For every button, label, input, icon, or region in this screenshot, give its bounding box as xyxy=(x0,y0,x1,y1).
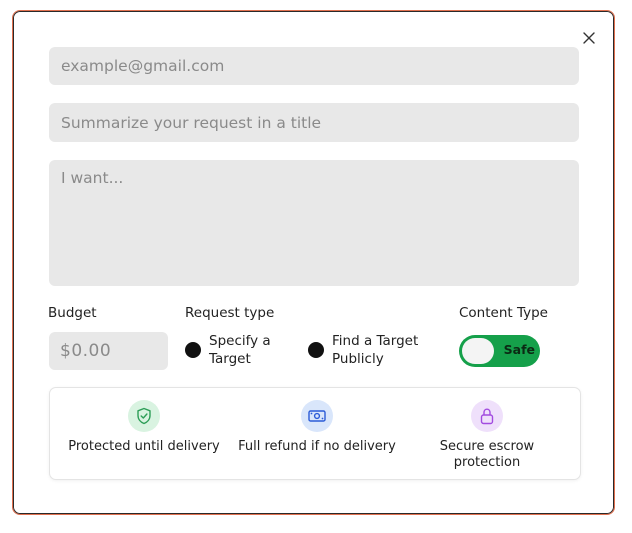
content-type-label: Content Type xyxy=(459,305,548,321)
radio-label: Find a Target Publicly xyxy=(332,333,419,367)
lock-icon xyxy=(471,400,503,432)
guarantee-item: Full refund if no delivery xyxy=(236,400,398,455)
shield-check-icon xyxy=(128,400,160,432)
guarantee-item: Secure escrow protection xyxy=(422,400,552,471)
toggle-knob xyxy=(462,338,494,364)
budget-placeholder: 0.00 xyxy=(71,341,112,361)
budget-input[interactable]: $0.00 xyxy=(49,332,168,370)
request-modal: Budget Request type Content Type $0.00 S… xyxy=(12,10,615,515)
description-textarea[interactable] xyxy=(49,160,579,286)
request-type-label: Request type xyxy=(185,305,275,321)
guarantee-text: Secure escrow protection xyxy=(439,439,535,470)
guarantee-panel: Protected until delivery Full refund if … xyxy=(49,387,581,480)
radio-label: Specify a Target xyxy=(209,333,271,367)
currency-symbol: $ xyxy=(60,341,72,361)
content-type-toggle[interactable]: Safe xyxy=(459,335,540,367)
radio-dot xyxy=(308,342,324,358)
radio-dot xyxy=(185,342,201,358)
guarantee-text: Full refund if no delivery xyxy=(238,439,396,454)
toggle-label: Safe xyxy=(503,342,535,357)
close-icon xyxy=(583,32,595,44)
guarantee-text: Protected until delivery xyxy=(68,439,220,454)
email-input[interactable] xyxy=(49,47,579,85)
close-button[interactable] xyxy=(580,29,598,47)
modal-body: Budget Request type Content Type $0.00 S… xyxy=(14,12,613,513)
radio-specify-target[interactable]: Specify a Target xyxy=(185,332,304,368)
radio-find-target-publicly[interactable]: Find a Target Publicly xyxy=(308,332,427,368)
title-input[interactable] xyxy=(49,103,579,142)
money-refund-icon xyxy=(301,400,333,432)
budget-label: Budget xyxy=(48,305,97,321)
guarantee-item: Protected until delivery xyxy=(64,400,224,455)
